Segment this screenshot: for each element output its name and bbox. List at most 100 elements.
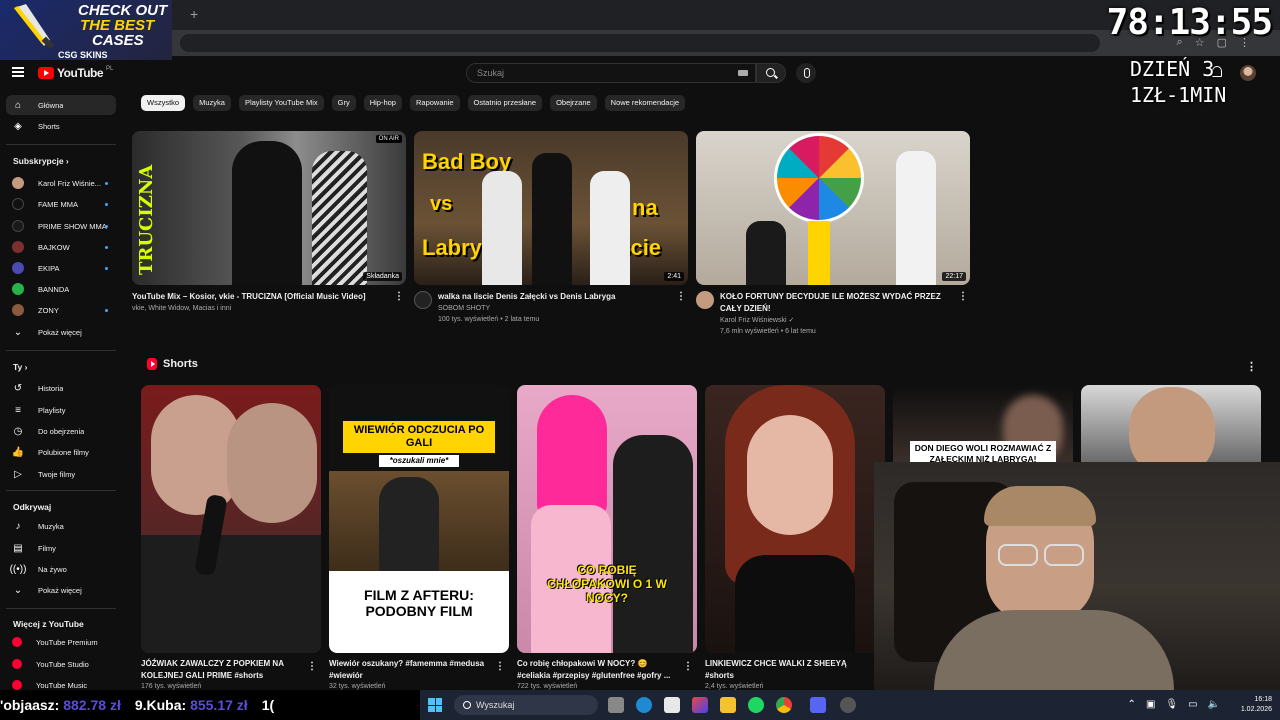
volume-icon[interactable]: 🔈 [1208, 699, 1220, 710]
search-button[interactable] [756, 63, 786, 83]
more-options-icon[interactable]: ⋮ [495, 661, 505, 672]
short-thumbnail[interactable] [705, 385, 885, 653]
short-thumbnail[interactable] [141, 385, 321, 653]
sidebar-show-more[interactable]: ⌄ Pokaż więcej [6, 322, 116, 342]
new-tab-icon[interactable]: + [190, 6, 198, 22]
sidebar-item-live[interactable]: ((•)) Na żywo [6, 559, 116, 579]
more-options-icon[interactable]: ⋮ [683, 661, 693, 672]
taskbar-search[interactable]: Wyszukaj [454, 695, 598, 715]
sidebar-item-history[interactable]: ↺ Historia [6, 378, 116, 398]
sidebar-sub-item[interactable]: ZONY [6, 300, 116, 320]
sidebar-explore-more[interactable]: ⌄ Pokaż więcej [6, 580, 116, 600]
video-channel[interactable]: SOBOM SHOTY [438, 303, 678, 314]
account-avatar[interactable] [1240, 65, 1256, 81]
more-options-icon[interactable]: ⋮ [676, 291, 686, 302]
video-title[interactable]: walka na liscie Denis Załęcki vs Denis L… [438, 291, 678, 303]
short-title[interactable]: LINKIEWICZ CHCE WALKI Z SHEEYĄ #shorts [705, 658, 870, 682]
windows-start-icon[interactable] [428, 698, 442, 712]
edge-icon[interactable] [636, 697, 652, 713]
channel-avatar [12, 262, 24, 274]
video-title[interactable]: YouTube Mix – Kosior, vkie - TRUCIZNA [O… [132, 291, 372, 303]
sidebar-item-playlists[interactable]: ≡ Playlisty [6, 400, 116, 420]
video-channel[interactable]: Karol Friz Wiśniewski ✓ [720, 315, 960, 326]
sidebar-item-your-videos[interactable]: ▷ Twoje filmy [6, 464, 116, 484]
chip-music[interactable]: Muzyka [193, 95, 231, 111]
sidebar-sub-item[interactable]: BAJKOW [6, 237, 116, 257]
taskbar-clock[interactable]: 16:18 1.02.2026 [1241, 695, 1272, 715]
mic-icon[interactable]: 🎙 [1165, 699, 1178, 710]
video-thumbnail[interactable]: Bad Boy vs Labryga na liście 2:41 [414, 131, 688, 285]
copilot-icon[interactable] [692, 697, 708, 713]
discord-icon[interactable] [810, 697, 826, 713]
subscriptions-title: Subskrypcje [13, 156, 64, 166]
spotify-icon[interactable] [748, 697, 764, 713]
chip-hiphop[interactable]: Hip-hop [363, 95, 402, 111]
sidebar-sub-item[interactable]: BANNDA [6, 279, 116, 299]
keyboard-icon[interactable] [738, 70, 748, 76]
short-title[interactable]: JÓŹWIAK ZAWALCZY Z POPKIEM NA KOLEJNEJ G… [141, 658, 306, 682]
sidebar-item-music[interactable]: ♪ Muzyka [6, 516, 116, 536]
more-options-icon[interactable]: ⋮ [307, 661, 317, 672]
sidebar-item-label: FAME MMA [38, 199, 79, 209]
sidebar-item-label: BANNDA [38, 284, 70, 294]
short-card[interactable]: CO ROBIĘ CHŁOPAKOWI O 1 W NOCY? Co robię… [517, 385, 697, 692]
sidebar-item-films[interactable]: ▤ Filmy [6, 538, 116, 558]
short-title[interactable]: Wiewiór oszukany? #famemma #medusa #wiew… [329, 658, 494, 682]
sidebar-item-home[interactable]: ⌂ Główna [6, 95, 116, 115]
file-explorer-icon[interactable] [720, 697, 736, 713]
video-thumbnail[interactable]: 22:17 [696, 131, 970, 285]
youtube-play-icon [38, 67, 54, 79]
chip-mix-playlists[interactable]: Playlisty YouTube Mix [238, 95, 324, 111]
short-thumbnail[interactable]: CO ROBIĘ CHŁOPAKOWI O 1 W NOCY? [517, 385, 697, 653]
sidebar-item-liked[interactable]: 👍 Polubione filmy [6, 442, 116, 462]
obs-icon[interactable] [840, 697, 856, 713]
network-icon[interactable]: ▣ [1146, 699, 1155, 710]
chip-rap[interactable]: Rapowanie [409, 95, 460, 111]
sidebar-item-watch-later[interactable]: ◷ Do obejrzenia [6, 421, 116, 441]
chip-new-recommendations[interactable]: Nowe rekomendacje [604, 95, 686, 111]
more-options-icon[interactable]: ⋮ [394, 291, 404, 302]
sidebar-sub-item[interactable]: PRIME SHOW MMA [6, 216, 116, 236]
video-card[interactable]: 22:17 KOŁO FORTUNY DECYDUJE ILE MOŻESZ W… [696, 131, 970, 337]
sidebar-item-shorts[interactable]: ◈ Shorts [6, 116, 116, 136]
more-options-icon[interactable]: ⋮ [958, 291, 968, 302]
task-view-icon[interactable] [608, 697, 624, 713]
short-title[interactable]: Co robię chłopakowi W NOCY? 😊 #celiakia … [517, 658, 682, 682]
sidebar-sub-item[interactable]: EKIPA [6, 258, 116, 278]
channel-avatar[interactable] [696, 291, 714, 309]
short-card[interactable]: LINKIEWICZ CHCE WALKI Z SHEEYĄ #shorts 2… [705, 385, 885, 692]
display-icon[interactable]: ▭ [1188, 699, 1197, 710]
youtube-premium-icon [12, 637, 22, 647]
sidebar-item-studio[interactable]: YouTube Studio [6, 654, 116, 674]
more-options-icon[interactable]: ⋮ [1246, 360, 1257, 373]
glasses-icon [1044, 544, 1084, 566]
video-title[interactable]: KOŁO FORTUNY DECYDUJE ILE MOŻESZ WYDAĆ P… [720, 291, 960, 315]
short-thumbnail[interactable] [1081, 385, 1261, 463]
chip-games[interactable]: Gry [331, 95, 356, 111]
voice-search-button[interactable] [796, 63, 816, 83]
video-card[interactable]: TRUCIZNA ON AIR Składanka YouTube Mix – … [132, 131, 406, 314]
sidebar-item-premium[interactable]: YouTube Premium [6, 632, 116, 652]
thumbnail-caption: *oszukali mnie* [379, 455, 459, 467]
video-thumbnail[interactable]: TRUCIZNA ON AIR Składanka [132, 131, 406, 285]
sidebar-sub-item[interactable]: FAME MMA [6, 194, 116, 214]
chip-recently-uploaded[interactable]: Ostatnio przesłane [467, 95, 543, 111]
chevron-up-icon[interactable]: ⌃ [1128, 699, 1136, 710]
short-card[interactable]: WIEWIÓR ODCZUCIA PO GALI *oszukali mnie*… [329, 385, 509, 692]
short-thumbnail[interactable]: WIEWIÓR ODCZUCIA PO GALI *oszukali mnie*… [329, 385, 509, 653]
menu-icon[interactable] [12, 67, 24, 77]
url-field[interactable] [180, 34, 1100, 52]
short-card[interactable]: JÓŹWIAK ZAWALCZY Z POPKIEM NA KOLEJNEJ G… [141, 385, 321, 692]
chip-watched[interactable]: Obejrzane [550, 95, 597, 111]
video-card[interactable]: Bad Boy vs Labryga na liście 2:41 walka … [414, 131, 688, 325]
video-channel[interactable]: vkie, White Widow, Macias i inni [132, 303, 372, 314]
chrome-icon[interactable] [776, 697, 792, 713]
channel-avatar[interactable] [414, 291, 432, 309]
sidebar-sub-item[interactable]: Karol Friz Wiśnie... [6, 173, 116, 193]
chip-all[interactable]: Wszystko [141, 95, 186, 111]
search-input[interactable]: Szukaj [466, 63, 756, 83]
you-heading[interactable]: Ty › [13, 362, 28, 372]
store-icon[interactable] [664, 697, 680, 713]
subscriptions-heading[interactable]: Subskrypcje › [13, 156, 69, 166]
youtube-logo[interactable]: YouTube PL [38, 66, 113, 80]
